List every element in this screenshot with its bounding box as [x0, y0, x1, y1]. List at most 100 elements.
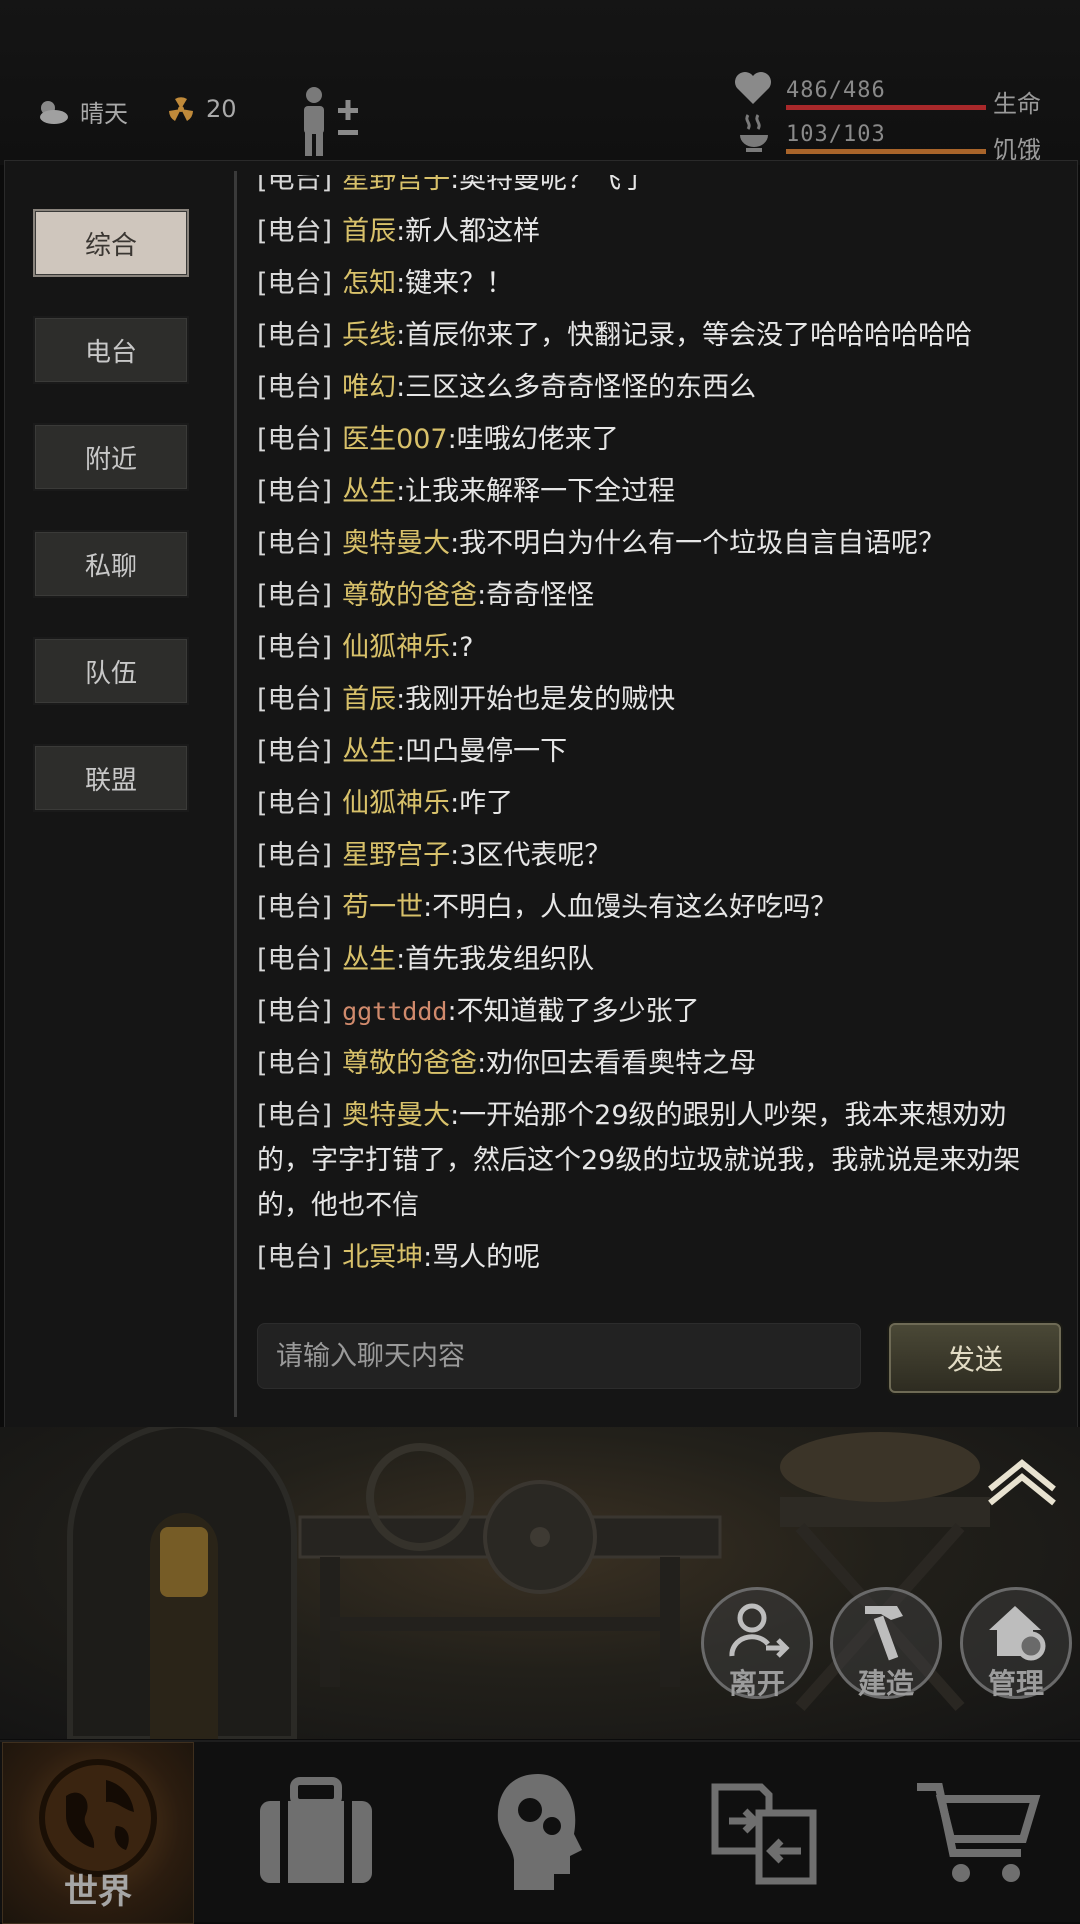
tab-0[interactable]: 综合 — [33, 209, 189, 277]
message-sender[interactable]: ggttddd — [342, 997, 447, 1026]
chat-input[interactable] — [257, 1323, 861, 1389]
tab-3[interactable]: 私聊 — [33, 530, 189, 598]
workshop-scene: 离开 建造 管理 — [0, 1427, 1080, 1739]
message-channel: [电台] — [257, 684, 333, 715]
chat-message: [电台] 仙狐神乐:咋了 — [257, 781, 1057, 826]
message-channel: [电台] — [257, 736, 333, 767]
message-channel: [电台] — [257, 580, 333, 611]
leave-icon — [729, 1603, 790, 1658]
chat-message: [电台] 唯幻:三区这么多奇奇怪怪的东西么 — [257, 365, 1057, 410]
message-sender[interactable]: 医生007 — [342, 424, 448, 455]
build-label: 建造 — [857, 1667, 914, 1700]
radiation-status: 20 — [166, 94, 237, 124]
globe-icon — [39, 1759, 157, 1877]
hunger-bar: 103/103 — [786, 122, 986, 154]
message-channel: [电台] — [257, 1242, 333, 1273]
collapse-chat-button[interactable] — [985, 1453, 1061, 1513]
chat-message: [电台] ggttddd:不知道截了多少张了 — [257, 989, 1057, 1034]
message-sender[interactable]: 仙狐神乐 — [342, 788, 450, 819]
nav-trade[interactable] — [664, 1742, 864, 1922]
health-bar: 486/486 — [786, 78, 986, 110]
leave-button[interactable]: 离开 — [701, 1587, 813, 1700]
chat-message: [电台] 星野宫子:3区代表呢？ — [257, 833, 1057, 878]
message-text: :? — [450, 632, 474, 663]
message-sender[interactable]: 怎知 — [342, 268, 396, 299]
message-channel: [电台] — [257, 424, 333, 455]
chat-message: [电台] 奥特曼大:我不明白为什么有一个垃圾自言自语呢？ — [257, 521, 1057, 566]
cloud-sun-icon — [40, 100, 68, 124]
chat-message: [电台] 苟一世:不明白，人血馒头有这么好吃吗？ — [257, 885, 1057, 930]
message-sender[interactable]: 星野宫子 — [342, 840, 450, 871]
weather-label: 晴天 — [80, 100, 128, 128]
message-sender[interactable]: 首辰 — [342, 216, 396, 247]
message-text: :咋了 — [450, 788, 514, 819]
tab-1[interactable]: 电台 — [33, 316, 189, 384]
message-sender[interactable]: 丛生 — [342, 476, 396, 507]
message-text: :不明白，人血馒头有这么好吃吗？ — [423, 892, 838, 923]
radiation-value: 20 — [206, 95, 237, 123]
message-sender[interactable]: 唯幻 — [342, 372, 396, 403]
chat-message: [电台] 丛生:让我来解释一下全过程 — [257, 469, 1057, 514]
hunger-value: 103/103 — [786, 122, 886, 147]
tab-4[interactable]: 队伍 — [33, 637, 189, 705]
chat-message: [电台] 医生007:哇哦幻佬来了 — [257, 417, 1057, 462]
message-channel: [电台] — [257, 320, 333, 351]
message-sender[interactable]: 丛生 — [342, 736, 396, 767]
message-sender[interactable]: 奥特曼大 — [342, 1100, 450, 1131]
message-channel: [电台] — [257, 1100, 333, 1131]
cart-icon — [917, 1783, 1041, 1882]
hammer-icon — [865, 1606, 903, 1661]
chat-message: [电台] 首辰:我刚开始也是发的贼快 — [257, 677, 1057, 722]
message-sender[interactable]: 奥特曼大 — [342, 528, 450, 559]
weather-status: 晴天 — [36, 94, 128, 129]
chat-panel: 综合 电台 附近 私聊 队伍 联盟 [电台] 星野宫子:奥特曼呢？飞了 [电台] 首辰:新人都这… — [4, 160, 1078, 1428]
message-sender[interactable]: 星野宫子 — [342, 175, 450, 195]
build-button[interactable]: 建造 — [830, 1587, 942, 1700]
hunger-fill — [786, 149, 986, 154]
send-button[interactable]: 发送 — [889, 1323, 1061, 1393]
chat-message: [电台] 兵线:首辰你来了，快翻记录，等会没了哈哈哈哈哈哈 — [257, 313, 1057, 358]
message-channel: [电台] — [257, 632, 333, 663]
message-channel: [电台] — [257, 175, 333, 195]
message-sender[interactable]: 仙狐神乐 — [342, 632, 450, 663]
message-text: :不知道截了多少张了 — [447, 996, 700, 1027]
message-sender[interactable]: 尊敬的爸爸 — [342, 1048, 477, 1079]
message-text: :3区代表呢？ — [450, 840, 612, 871]
chat-message: [电台] 怎知:键来？！ — [257, 261, 1057, 306]
chat-message: [电台] 奥特曼大:一开始那个29级的跟别人吵架，我本来想劝劝的，字字打错了，然后… — [257, 1093, 1057, 1228]
heart-icon — [735, 72, 771, 104]
message-sender[interactable]: 苟一世 — [342, 892, 423, 923]
message-channel: [电台] — [257, 840, 333, 871]
message-channel: [电台] — [257, 1048, 333, 1079]
tab-2[interactable]: 附近 — [33, 423, 189, 491]
message-sender[interactable]: 北冥坤 — [342, 1242, 423, 1273]
message-text: :首辰你来了，快翻记录，等会没了哈哈哈哈哈哈 — [396, 320, 973, 351]
nav-world[interactable]: 世界 — [2, 1742, 194, 1924]
message-sender[interactable]: 丛生 — [342, 944, 396, 975]
health-value: 486/486 — [786, 78, 886, 103]
chat-message-list[interactable]: [电台] 星野宫子:奥特曼呢？飞了 [电台] 首辰:新人都这样 [电台] 怎知:键来？！[… — [257, 175, 1057, 1315]
message-channel: [电台] — [257, 528, 333, 559]
message-channel: [电台] — [257, 372, 333, 403]
message-text: :三区这么多奇奇怪怪的东西么 — [396, 372, 757, 403]
message-sender[interactable]: 首辰 — [342, 684, 396, 715]
message-text: :骂人的呢 — [423, 1242, 541, 1273]
head-gear-icon — [497, 1774, 582, 1890]
nav-skills[interactable] — [440, 1742, 640, 1922]
message-text: :键来？！ — [396, 268, 514, 299]
message-sender[interactable]: 兵线 — [342, 320, 396, 351]
message-text: :凹凸曼停一下 — [396, 736, 568, 767]
chat-message: [电台] 丛生:首先我发组织队 — [257, 937, 1057, 982]
chat-message: [电台] 仙狐神乐:? — [257, 625, 1057, 670]
tab-5[interactable]: 联盟 — [33, 744, 189, 812]
character-add-icon[interactable] — [296, 86, 362, 158]
message-channel: [电台] — [257, 788, 333, 819]
manage-button[interactable]: 管理 — [960, 1587, 1072, 1700]
nav-inventory[interactable] — [216, 1742, 416, 1922]
chat-message: [电台] 星野宫子:奥特曼呢？飞了 — [257, 175, 1057, 202]
message-sender[interactable]: 尊敬的爸爸 — [342, 580, 477, 611]
chat-message: [电台] 首辰:新人都这样 — [257, 209, 1057, 254]
nav-shop[interactable] — [878, 1742, 1078, 1922]
message-text: :我刚开始也是发的贼快 — [396, 684, 676, 715]
message-channel: [电台] — [257, 268, 333, 299]
